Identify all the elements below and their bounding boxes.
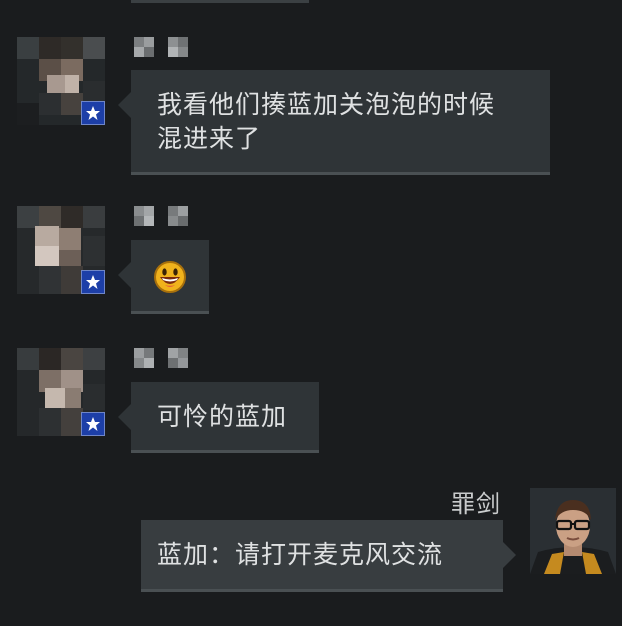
message-text: 蓝加：请打开麦克风交流 bbox=[157, 540, 444, 569]
star-icon bbox=[86, 417, 100, 431]
previous-message-bubble-edge bbox=[131, 0, 309, 3]
message-text-line: 混进来了 bbox=[157, 124, 262, 153]
grinning-face-emoji-icon bbox=[154, 261, 186, 293]
star-badge bbox=[81, 412, 105, 436]
message-bubble[interactable]: 可怜的蓝加 bbox=[118, 382, 319, 453]
message-bubble[interactable]: 蓝加：请打开麦克风交流 bbox=[141, 520, 516, 592]
star-badge bbox=[81, 270, 105, 294]
avatar[interactable] bbox=[530, 488, 616, 574]
obscured-sender-name bbox=[134, 37, 190, 59]
sender-name: 罪剑 bbox=[451, 490, 501, 518]
message-bubble[interactable]: 我看他们揍蓝加关泡泡的时候 混进来了 bbox=[118, 70, 550, 175]
obscured-sender-name bbox=[134, 206, 190, 228]
avatar[interactable] bbox=[17, 348, 105, 436]
star-icon bbox=[86, 275, 100, 289]
avatar[interactable] bbox=[17, 206, 105, 294]
message-text: 可怜的蓝加 bbox=[157, 402, 288, 431]
avatar[interactable] bbox=[17, 37, 105, 125]
avatar-portrait-icon bbox=[530, 488, 616, 574]
message-text-line: 我看他们揍蓝加关泡泡的时候 bbox=[157, 90, 496, 119]
star-icon bbox=[86, 106, 100, 120]
message-bubble[interactable] bbox=[118, 240, 209, 314]
star-badge bbox=[81, 101, 105, 125]
obscured-sender-name bbox=[134, 348, 190, 370]
